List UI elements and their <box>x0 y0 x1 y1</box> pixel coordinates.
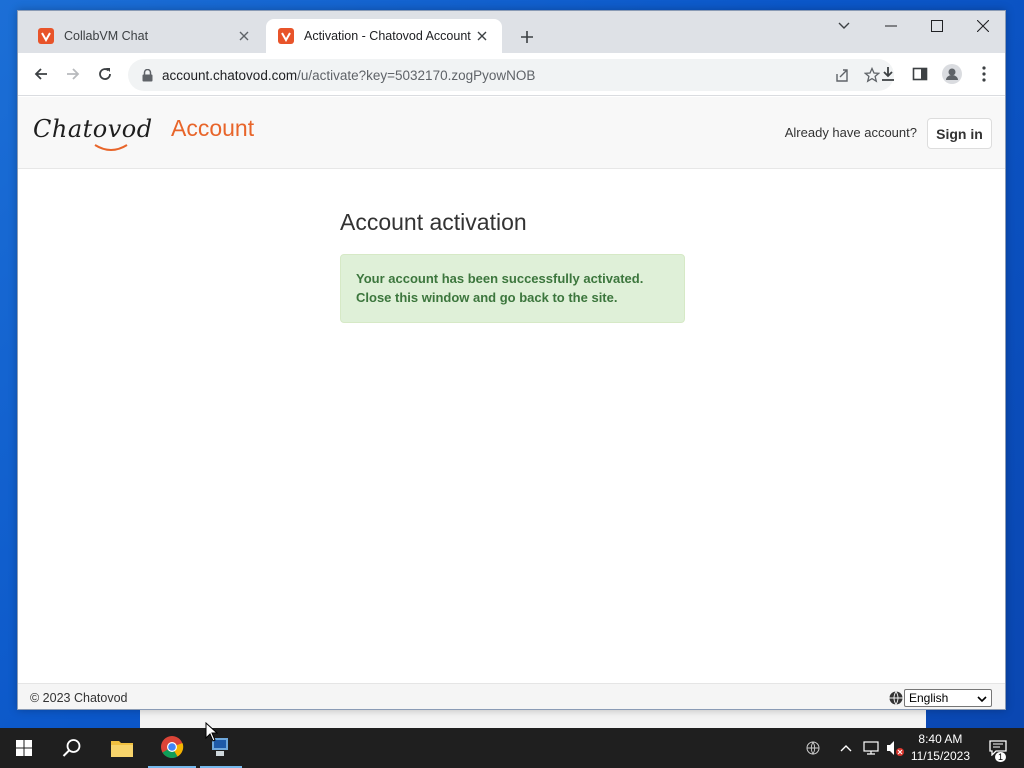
search-button[interactable] <box>48 728 96 768</box>
site-header: Chatovod Account Already have account? S… <box>18 97 1005 169</box>
address-bar[interactable]: account.chatovod.com/u/activate?key=5032… <box>128 59 894 91</box>
windows-taskbar: 8:40 AM 11/15/2023 1 <box>0 728 1024 768</box>
sign-in-button[interactable]: Sign in <box>927 118 992 149</box>
network-icon <box>863 741 879 755</box>
arrow-right-icon <box>67 68 80 80</box>
chevron-down-icon <box>838 22 850 29</box>
plus-icon <box>521 31 533 43</box>
side-panel-button[interactable] <box>905 59 935 89</box>
chatovod-favicon-icon <box>278 28 294 44</box>
arrow-left-icon <box>34 68 47 80</box>
show-hidden-icons-button[interactable] <box>836 728 856 768</box>
language-select[interactable]: English <box>904 689 992 707</box>
side-panel-icon <box>912 67 928 81</box>
clock-time: 8:40 AM <box>918 732 963 746</box>
page-title: Account activation <box>340 209 527 235</box>
kebab-menu-icon <box>982 66 986 82</box>
close-icon <box>977 20 989 32</box>
copyright-text: © 2023 Chatovod <box>30 691 128 705</box>
minimize-button[interactable] <box>868 11 914 41</box>
success-alert: Your account has been successfully activ… <box>340 254 685 323</box>
language-tray-icon[interactable] <box>802 728 824 768</box>
logo-text: Chatovod <box>33 115 153 143</box>
tab-collabvm-chat[interactable]: CollabVM Chat <box>26 19 264 53</box>
volume-tray-icon[interactable] <box>884 728 906 768</box>
chevron-up-icon <box>840 745 852 752</box>
windows-logo-icon <box>16 740 32 756</box>
profile-button[interactable] <box>937 59 967 89</box>
file-explorer-button[interactable] <box>98 728 146 768</box>
globe-icon <box>806 741 820 755</box>
close-tab-icon[interactable] <box>474 28 490 44</box>
tab-strip: CollabVM Chat Activation - Chatovod Acco… <box>18 11 1005 53</box>
reload-button[interactable] <box>90 59 120 89</box>
language-value: English <box>909 691 949 705</box>
search-icon <box>62 739 81 757</box>
alert-line-2: Close this window and go back to the sit… <box>356 290 618 305</box>
folder-icon <box>111 741 133 757</box>
logo-smile-icon <box>94 144 128 151</box>
close-tab-icon[interactable] <box>236 28 252 44</box>
chrome-taskbar-button[interactable] <box>148 728 196 768</box>
lock-icon[interactable] <box>140 68 154 82</box>
background-window-edge <box>140 708 926 728</box>
section-title: Account <box>171 115 255 141</box>
alert-line-1: Your account has been successfully activ… <box>356 271 644 286</box>
url-domain: account.chatovod.com <box>162 67 298 83</box>
clock-date: 11/15/2023 <box>910 749 970 763</box>
forward-button[interactable] <box>58 59 88 89</box>
close-window-button[interactable] <box>960 11 1005 41</box>
maximize-icon <box>931 20 943 32</box>
browser-toolbar: account.chatovod.com/u/activate?key=5032… <box>18 53 1005 96</box>
action-center-button[interactable]: 1 <box>978 728 1018 768</box>
already-have-account-text: Already have account? <box>784 125 917 140</box>
url-text: account.chatovod.com/u/activate?key=5032… <box>162 68 535 83</box>
web-page: Chatovod Account Already have account? S… <box>18 97 1005 709</box>
network-tray-icon[interactable] <box>860 728 882 768</box>
maximize-button[interactable] <box>914 11 960 41</box>
new-tab-button[interactable] <box>516 26 538 48</box>
speaker-muted-icon <box>887 741 904 756</box>
share-icon[interactable] <box>832 65 852 85</box>
globe-icon <box>889 691 903 705</box>
avatar-icon <box>942 64 962 84</box>
tab-title: Activation - Chatovod Account <box>304 29 471 43</box>
tab-search-button[interactable] <box>821 11 867 41</box>
tab-activation[interactable]: Activation - Chatovod Account <box>266 19 502 53</box>
site-footer: © 2023 Chatovod English <box>18 683 1005 709</box>
tab-title: CollabVM Chat <box>64 29 149 43</box>
chevron-down-icon <box>977 696 987 703</box>
minimize-icon <box>885 25 897 27</box>
chrome-icon <box>161 736 184 758</box>
download-button[interactable] <box>873 59 903 89</box>
back-button[interactable] <box>26 59 56 89</box>
browser-window: CollabVM Chat Activation - Chatovod Acco… <box>17 10 1006 710</box>
url-path: /u/activate?key=5032170.zogPyowNOB <box>297 67 536 83</box>
tray-clock[interactable]: 8:40 AM 11/15/2023 <box>911 731 970 765</box>
chatovod-logo[interactable]: Chatovod <box>33 115 153 155</box>
mouse-cursor-icon <box>205 722 219 742</box>
menu-button[interactable] <box>969 59 999 89</box>
start-button[interactable] <box>0 728 48 768</box>
download-icon <box>882 67 894 81</box>
reload-icon <box>99 68 111 80</box>
notification-count: 1 <box>994 752 1006 762</box>
chatovod-favicon-icon <box>38 28 54 44</box>
